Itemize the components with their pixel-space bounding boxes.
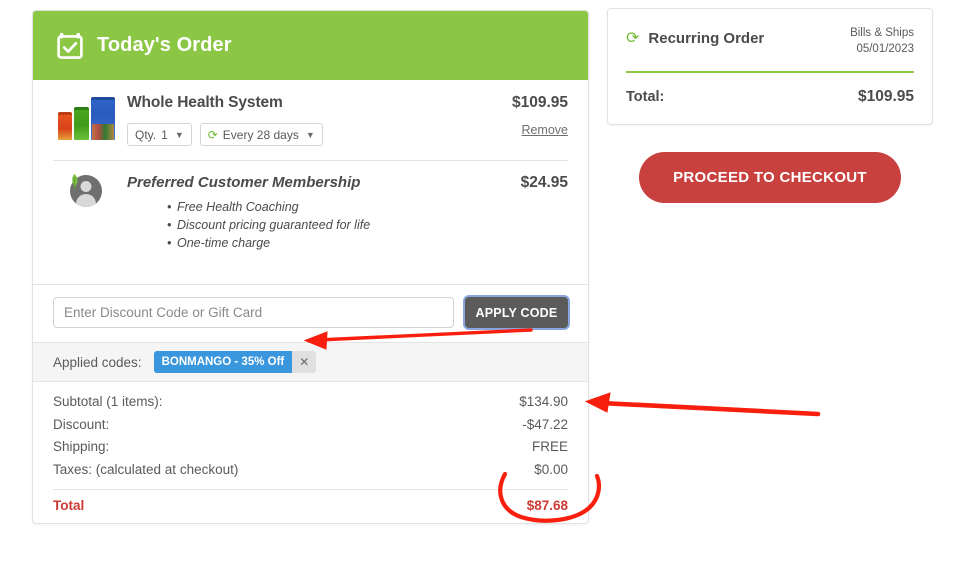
totals-row-total: Total $87.68 [53,490,568,523]
remove-item-link[interactable]: Remove [521,123,568,137]
product-thumbnail [53,94,119,146]
membership-benefit: Free Health Coaching [167,198,476,216]
quantity-value: 1 [161,127,168,142]
recurring-order-meta: Bills & Ships 05/01/2023 [850,25,914,57]
recurring-total-label: Total: [626,89,665,105]
totals-value: $134.90 [519,394,568,409]
totals-value: FREE [531,439,568,454]
recurring-order-title: Recurring Order [648,30,765,47]
total-label: Total [53,498,85,513]
totals-label: Discount: [53,416,110,432]
membership-price: $24.95 [520,174,568,191]
order-card-title: Today's Order [97,34,232,56]
quantity-label: Qty. [135,127,157,142]
recycle-icon: ⟳ [626,29,640,47]
order-card-header: Today's Order [33,11,588,80]
applied-codes-label: Applied codes: [53,354,142,370]
totals-row-taxes: Taxes: (calculated at checkout) $0.00 [53,459,568,482]
chevron-down-icon: ▼ [305,129,315,140]
membership-benefit: Discount pricing guaranteed for life [167,216,476,234]
totals-value: -$47.22 [522,416,568,432]
totals-label: Subtotal (1 items): [53,394,163,409]
totals-row-discount: Discount: -$47.22 [53,414,568,437]
product-bottle-red [57,112,72,140]
order-totals: Subtotal (1 items): $134.90 Discount: -$… [33,382,588,523]
product-name: Whole Health System [127,94,283,111]
arrow-to-discount-amount [584,392,821,417]
leaf-icon [72,174,78,190]
chevron-down-icon: ▼ [174,129,184,140]
totals-label: Shipping: [53,439,110,454]
membership-name: Preferred Customer Membership [127,174,361,191]
totals-row-subtotal: Subtotal (1 items): $134.90 [53,391,568,414]
membership-benefits: Free Health Coaching Discount pricing gu… [127,198,476,252]
product-bottle-blue [90,97,115,140]
todays-order-card: Today's Order Whole Health System Qty. 1… [32,10,589,524]
close-icon[interactable]: ✕ [292,351,317,373]
recycle-icon: ⟳ [207,127,218,142]
recurring-order-card: ⟳ Recurring Order Bills & Ships 05/01/20… [607,8,933,125]
product-bottle-green [73,107,89,140]
recurring-total-value: $109.95 [857,88,914,105]
discount-code-row: APPLY CODE [33,284,588,342]
quantity-dropdown[interactable]: Qty. 1 ▼ [127,123,192,146]
membership-benefit: One-time charge [167,234,476,252]
order-item-row: Whole Health System Qty. 1 ▼ ⟳ Every 28 … [33,80,588,156]
bills-and-ships-label: Bills & Ships [850,27,914,39]
membership-avatar-icon [70,174,102,207]
total-value: $87.68 [526,498,568,513]
apply-code-button[interactable]: APPLY CODE [465,297,568,328]
calendar-check-icon [57,32,83,59]
frequency-value: Every 28 days [222,127,299,142]
totals-value: $0.00 [534,461,568,477]
totals-label: Taxes: (calculated at checkout) [53,461,239,477]
membership-row: Preferred Customer Membership Free Healt… [33,161,588,284]
applied-codes-row: Applied codes: BONMANGO - 35% Off ✕ [33,342,588,382]
discount-code-input[interactable] [53,297,454,328]
applied-code-chip: BONMANGO - 35% Off ✕ [153,351,317,373]
applied-code-text: BONMANGO - 35% Off [153,351,293,373]
bills-and-ships-date: 05/01/2023 [856,43,914,55]
recurring-divider [626,71,914,73]
totals-row-shipping: Shipping: FREE [53,436,568,459]
product-price: $109.95 [511,94,568,111]
proceed-to-checkout-button[interactable]: PROCEED TO CHECKOUT [639,152,901,203]
checkout-page: Today's Order Whole Health System Qty. 1… [0,0,973,561]
frequency-dropdown[interactable]: ⟳ Every 28 days ▼ [199,123,323,146]
